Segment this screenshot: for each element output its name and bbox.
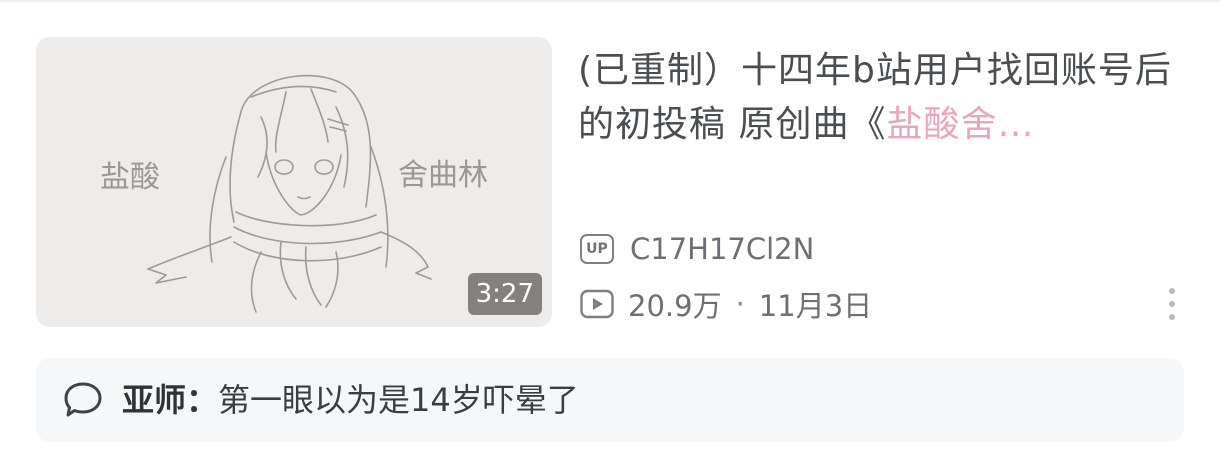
hot-comment[interactable]: 亚师：第一眼以为是14岁吓晕了 (36, 358, 1184, 442)
video-title[interactable]: (已重制）十四年b站用户找回账号后的初投稿 原创曲《盐酸舍… (578, 44, 1178, 152)
meta-separator: · (735, 287, 745, 321)
view-count: 20.9万 (628, 289, 722, 323)
uploader-name: C17H17Cl2N (630, 232, 815, 266)
video-thumbnail[interactable]: 盐酸 舍曲林 3:27 (36, 37, 552, 327)
play-icon (580, 289, 614, 319)
uploader-row[interactable]: UP C17H17Cl2N (580, 228, 814, 270)
comment-bubble-icon (64, 382, 102, 417)
publish-date: 11月3日 (758, 289, 873, 323)
comment-text: 亚师：第一眼以为是14岁吓晕了 (122, 375, 579, 425)
thumbnail-right-text: 舍曲林 (398, 158, 488, 193)
video-title-main: (已重制）十四年b站用户找回账号后的初投稿 原创曲《 (578, 50, 1172, 145)
comment-user: 亚师 (122, 381, 187, 419)
video-title-highlight: 盐酸舍… (886, 104, 1035, 145)
duration-badge: 3:27 (467, 273, 542, 315)
comment-body: 第一眼以为是14岁吓晕了 (218, 381, 579, 419)
comment-colon: ： (186, 381, 219, 419)
video-card[interactable]: 盐酸 舍曲林 3:27 (已重制）十四年b站用户找回账号后的初投稿 原创曲《盐酸… (0, 0, 1220, 475)
more-vertical-icon[interactable] (1162, 286, 1182, 322)
thumbnail-left-text: 盐酸 (100, 160, 160, 195)
up-badge-icon: UP (580, 234, 614, 264)
stats-row: 20.9万 · 11月3日 (580, 283, 872, 325)
